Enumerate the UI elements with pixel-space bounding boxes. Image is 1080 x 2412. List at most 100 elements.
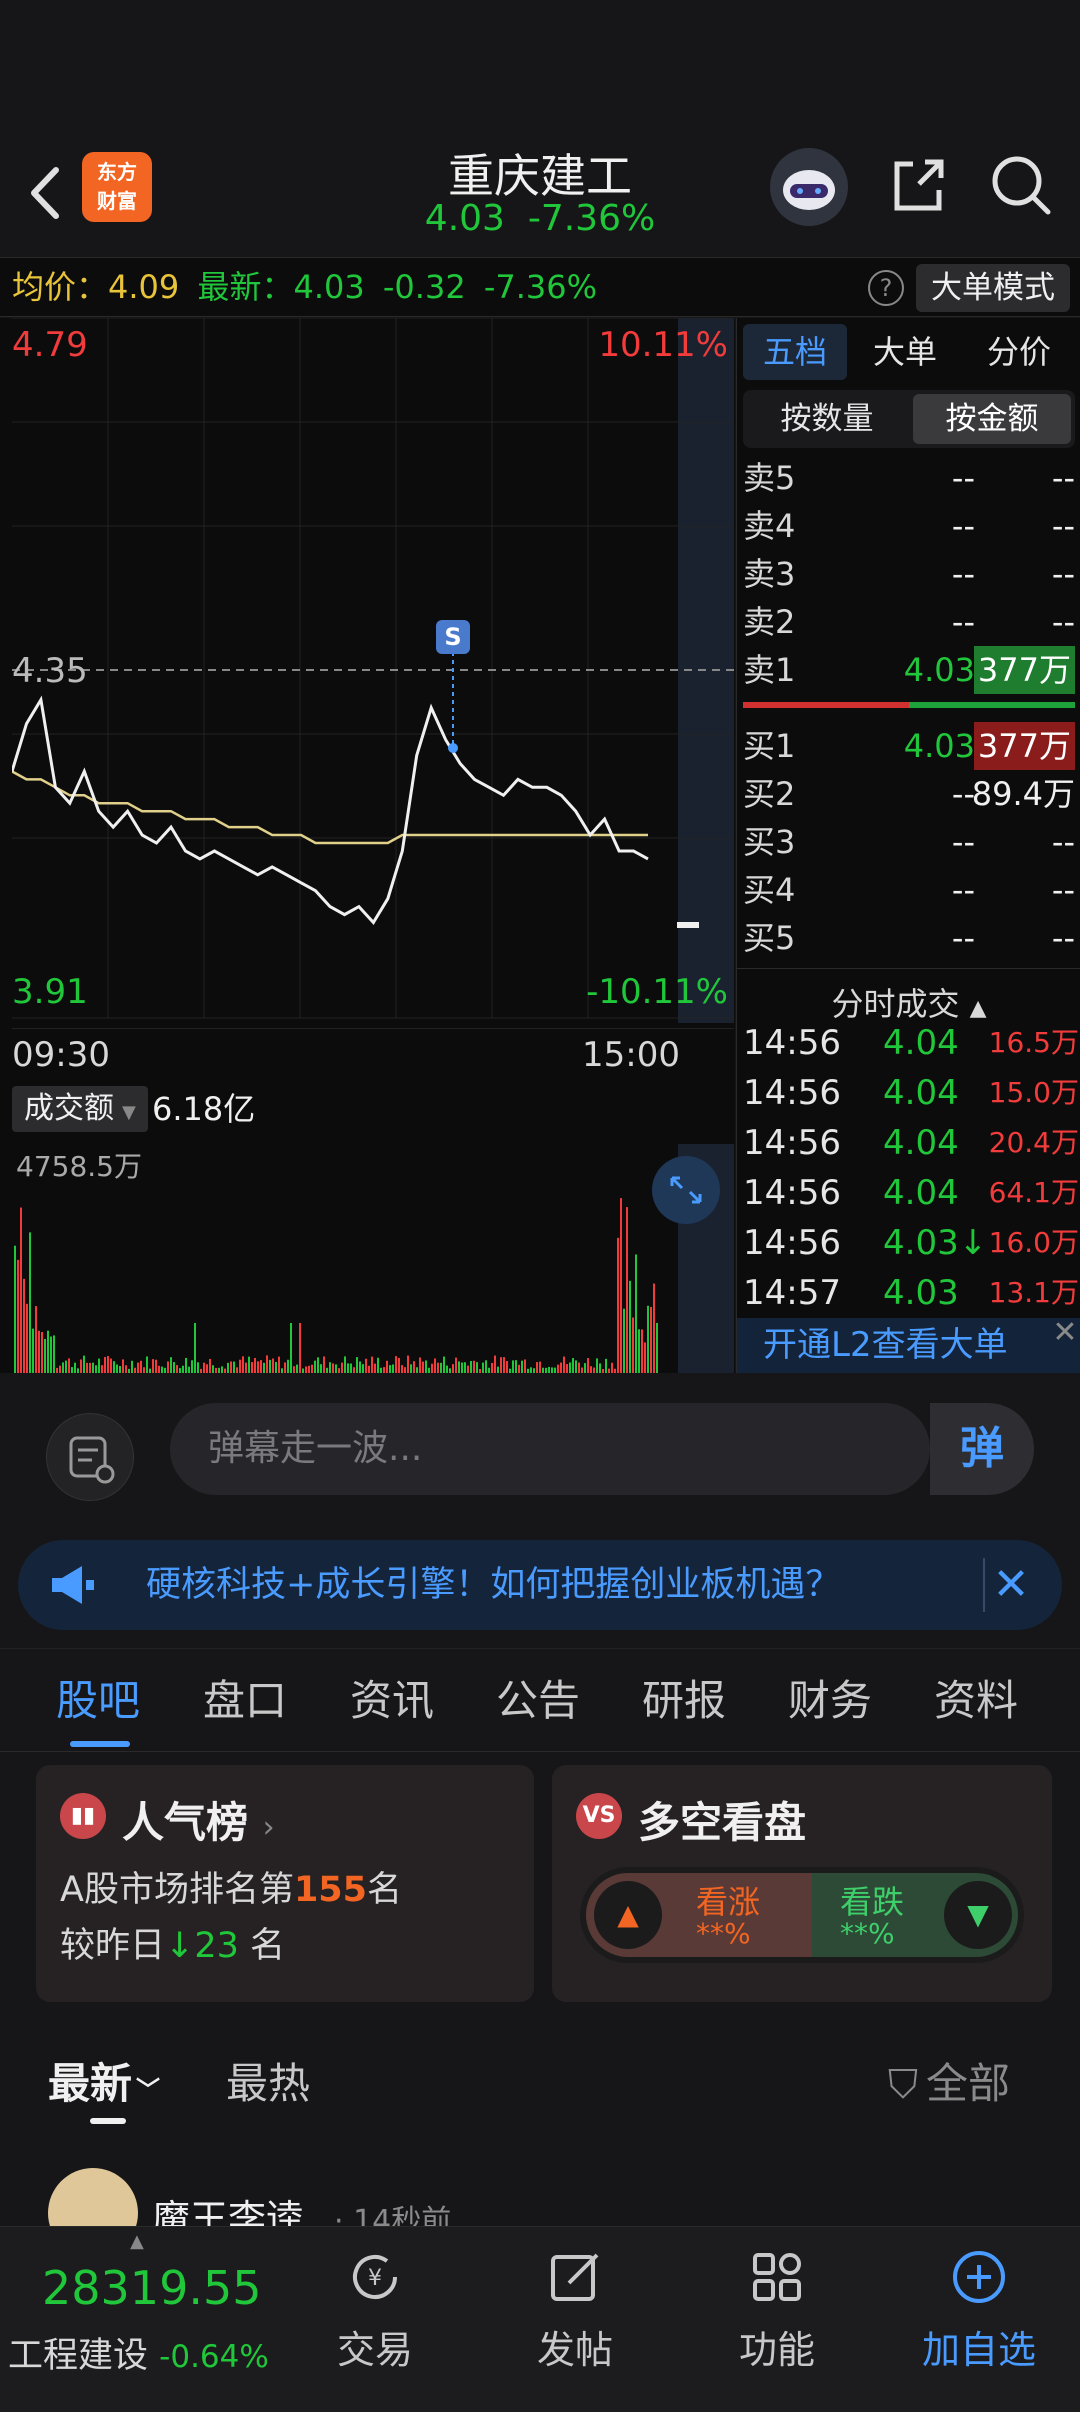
volume-bar	[581, 1367, 583, 1373]
intraday-price-chart[interactable]: S 4.79 10.11% 4.35 3.91 -10.11%	[12, 318, 734, 1023]
index-value[interactable]: 28319.55	[42, 2261, 262, 2315]
volume-bar	[194, 1323, 196, 1373]
volume-bar	[251, 1362, 253, 1373]
tab-research[interactable]: 研报	[642, 1649, 726, 1753]
nav-functions[interactable]: 功能	[702, 2247, 852, 2374]
volume-bar	[161, 1366, 163, 1373]
price-info-bar: 均价：4.09 最新：4.03 -0.32 -7.36% ? 大单模式	[0, 257, 1080, 317]
volume-bar	[395, 1356, 397, 1373]
volume-bar	[47, 1330, 49, 1373]
volume-bar	[203, 1362, 205, 1373]
feed-filter[interactable]: ⛉ 全部	[888, 2050, 1010, 2111]
volume-bar	[182, 1365, 184, 1373]
volume-bar	[398, 1357, 400, 1373]
volume-bar	[404, 1367, 406, 1373]
volume-bar	[272, 1358, 274, 1373]
feed-tab-underline	[90, 2118, 126, 2124]
volume-bar	[458, 1361, 460, 1373]
volume-bar	[611, 1362, 613, 1373]
volume-bar	[167, 1361, 169, 1373]
nav-add-watchlist[interactable]: 加自选	[904, 2247, 1054, 2374]
tab-announcements[interactable]: 公告	[496, 1649, 580, 1753]
arrow-down-icon: ▼	[944, 1881, 1012, 1949]
buy-row: 买1 4.03 377万	[743, 722, 1075, 770]
tab-news[interactable]: 资讯	[350, 1649, 434, 1753]
danmu-settings-icon[interactable]	[46, 1413, 134, 1501]
tab-pankou[interactable]: 盘口	[203, 1649, 287, 1753]
nav-post[interactable]: 发帖	[500, 2247, 650, 2374]
share-icon[interactable]	[885, 152, 951, 218]
svg-text:¥: ¥	[368, 2266, 382, 2291]
help-icon[interactable]: ?	[868, 270, 904, 306]
volume-bar	[488, 1367, 490, 1373]
marker-dot	[448, 743, 458, 753]
status-bar-area	[0, 0, 1080, 140]
volume-bar	[176, 1365, 178, 1373]
popularity-card[interactable]: ▮▮ 人气榜 › A股市场排名第155名 较昨日↓23 名	[36, 1765, 534, 2002]
logo-text-top: 东方	[97, 160, 137, 184]
volume-bar	[539, 1361, 541, 1373]
tab-big-orders[interactable]: 大单	[855, 324, 955, 380]
volume-bar	[575, 1360, 577, 1373]
latest-price-label: 最新：	[197, 268, 294, 306]
volume-bar	[95, 1365, 97, 1373]
volume-bar	[383, 1367, 385, 1373]
volume-bar	[275, 1361, 277, 1373]
volume-total: 6.18亿	[152, 1090, 256, 1128]
volume-bar	[287, 1359, 289, 1373]
mode-by-amount[interactable]: 按金额	[913, 394, 1071, 444]
volume-bar	[338, 1368, 340, 1373]
volume-bar	[179, 1368, 181, 1373]
nav-trade[interactable]: ¥ 交易	[300, 2247, 450, 2374]
volume-bar	[227, 1362, 229, 1373]
volume-bar	[146, 1356, 148, 1373]
volume-bar	[563, 1356, 565, 1373]
volume-chart[interactable]: 4758.5万	[12, 1144, 734, 1373]
vote-up-button[interactable]: ▲ 看涨 **%	[586, 1873, 812, 1957]
big-order-mode-button[interactable]: 大单模式	[916, 264, 1070, 312]
danmu-send-button[interactable]: 弹	[930, 1403, 1034, 1495]
tab-profile[interactable]: 资料	[934, 1649, 1018, 1753]
volume-bar	[551, 1367, 553, 1373]
volume-bar	[509, 1368, 511, 1373]
volume-bar	[341, 1362, 343, 1373]
chart-panel[interactable]: S 4.79 10.11% 4.35 3.91 -10.11% 09:30 15…	[0, 318, 735, 1373]
close-icon[interactable]: ✕	[983, 1558, 1037, 1612]
volume-bar	[389, 1365, 391, 1373]
tab-price-distribution[interactable]: 分价	[963, 324, 1075, 380]
mode-by-quantity[interactable]: 按数量	[747, 394, 907, 444]
vote-up-value: **%	[696, 1917, 751, 1950]
volume-bar	[485, 1360, 487, 1373]
promo-banner[interactable]: 硬核科技+成长引擎！如何把握创业板机遇？ ✕	[18, 1540, 1062, 1630]
volume-bar	[386, 1360, 388, 1373]
volume-bar	[368, 1365, 370, 1373]
volume-bar	[470, 1361, 472, 1373]
volume-selector[interactable]: 成交额 ▼	[12, 1086, 148, 1132]
volume-bar	[542, 1367, 544, 1373]
volume-bar	[50, 1336, 52, 1373]
volume-bar	[557, 1364, 559, 1373]
close-icon[interactable]: ✕	[1049, 1318, 1080, 1350]
tab-guba[interactable]: 股吧	[56, 1649, 140, 1753]
tab-financials[interactable]: 财务	[788, 1649, 872, 1753]
volume-bar	[401, 1365, 403, 1373]
volume-bar	[566, 1363, 568, 1373]
y-low-pct-label: -10.11%	[586, 972, 728, 1012]
volume-bar	[419, 1357, 421, 1373]
ai-assistant-icon[interactable]	[770, 148, 848, 226]
volume-bar	[53, 1335, 55, 1373]
promo-text: 硬核科技+成长引擎！如何把握创业板机遇？	[146, 1565, 841, 1605]
danmu-input[interactable]: 弹幕走一波...	[170, 1403, 930, 1495]
volume-bar	[14, 1245, 16, 1373]
l2-upgrade-banner[interactable]: 开通L2查看大单	[737, 1318, 1080, 1373]
index-info[interactable]: 工程建设 -0.64%	[8, 2327, 269, 2378]
ticks-header[interactable]: 分时成交 ▲	[737, 968, 1080, 1025]
back-button[interactable]	[20, 158, 70, 228]
search-icon[interactable]	[988, 152, 1054, 218]
volume-bar	[80, 1359, 82, 1373]
vote-down-button[interactable]: 看跌 **% ▼	[812, 1873, 1018, 1957]
expand-icon[interactable]	[652, 1156, 720, 1224]
feed-tab-latest[interactable]: 最新 ﹀	[48, 2050, 160, 2111]
tab-five-levels[interactable]: 五档	[743, 324, 847, 380]
feed-tab-hot[interactable]: 最热	[226, 2050, 310, 2111]
